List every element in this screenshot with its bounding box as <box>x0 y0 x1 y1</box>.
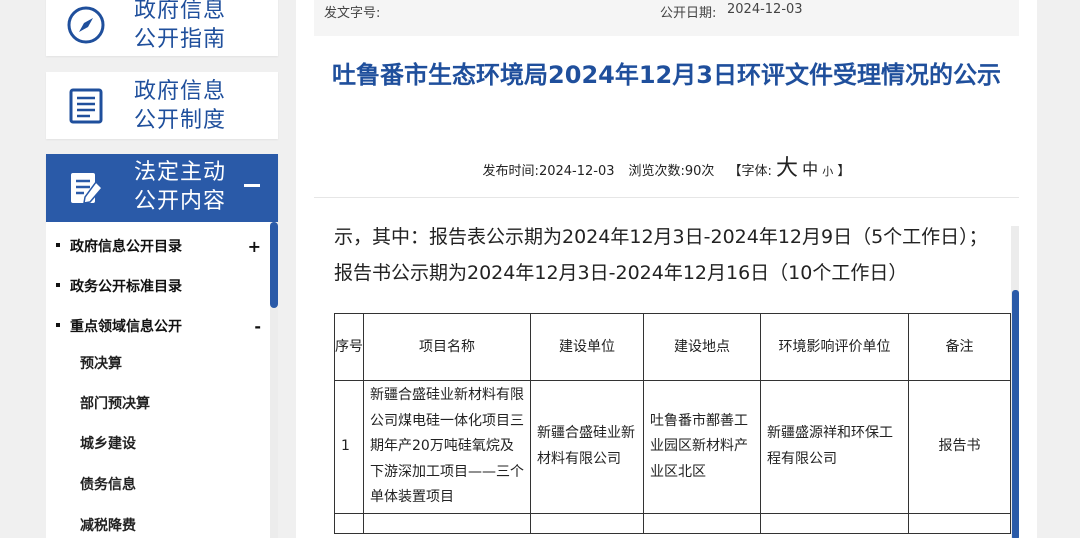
bullet-icon <box>56 323 60 327</box>
eia-table: 序号 项目名称 建设单位 建设地点 环境影响评价单位 备注 1 新疆合盛硅业新材… <box>334 313 1011 534</box>
bullet-icon <box>56 283 60 287</box>
publish-date: 2024-12-03 <box>538 164 615 179</box>
page-title: 吐鲁番市生态环境局2024年12月3日环评文件受理情况的公示 <box>332 61 1001 89</box>
header-evaluator: 环境影响评价单位 <box>760 313 909 381</box>
publish-info: 发布时间:2024-12-03 浏览次数:90次 【字体: 大 中 小 】 <box>296 150 1037 182</box>
cell-project: 新疆合盛硅业新材料有限公司煤电硅一体化项目三期年产20万吨硅氧烷及下游深加工项目… <box>363 380 531 514</box>
views-count: 90次 <box>684 164 715 179</box>
font-large-button[interactable]: 大 <box>776 156 798 181</box>
content-scrollbar[interactable] <box>1011 226 1019 538</box>
sidebar-scrollbar-thumb[interactable] <box>270 222 278 308</box>
cell-no: 1 <box>334 380 364 514</box>
leaf-debt-info[interactable]: 债务信息 <box>80 474 136 496</box>
submenu-label: 政府信息公开目录 <box>70 239 182 255</box>
submenu-label: 重点领域信息公开 <box>70 319 182 335</box>
header-note: 备注 <box>908 313 1011 381</box>
cell-note: 报告书 <box>908 380 1011 514</box>
meta-bar: 发文字号: 公开日期: 2024-12-03 <box>314 0 1019 36</box>
nav-statutory-disclosure-label: 法定主动 公开内容 <box>134 160 227 214</box>
header-location: 建设地点 <box>643 313 761 381</box>
table-row <box>334 512 1011 534</box>
open-date: 2024-12-03 <box>727 2 803 17</box>
submenu-gov-info-catalog[interactable]: 政府信息公开目录 + <box>56 235 261 259</box>
submenu-standard-catalog[interactable]: 政务公开标准目录 <box>56 275 261 299</box>
cell-builder: 新疆合盛硅业新材料有限公司 <box>530 380 644 514</box>
leaf-budget-final[interactable]: 预决算 <box>80 353 122 375</box>
font-size-close: 】 <box>837 164 851 179</box>
cell-location: 吐鲁番市鄯善工业园区新材料产业区北区 <box>643 380 761 514</box>
nav-public-info-system-label: 政府信息 公开制度 <box>134 79 227 133</box>
leaf-tax-cut[interactable]: 减税降费 <box>80 515 136 537</box>
nav-public-info-guide[interactable]: 政府信息 公开指南 <box>46 0 278 56</box>
submenu-label: 政务公开标准目录 <box>70 279 182 295</box>
font-small-button[interactable]: 小 <box>822 165 833 178</box>
article-panel: 发文字号: 公开日期: 2024-12-03 吐鲁番市生态环境局2024年12月… <box>296 0 1037 538</box>
statutory-submenu: 政府信息公开目录 + 政务公开标准目录 重点领域信息公开 - 预决算 部门预决算… <box>46 222 278 538</box>
header-builder: 建设单位 <box>530 313 644 381</box>
leaf-urban-rural[interactable]: 城乡建设 <box>80 433 136 455</box>
intro-paragraph: 示，其中：报告表公示期为2024年12月3日-2024年12月9日（5个工作日）… <box>334 226 988 284</box>
table-row: 1 新疆合盛硅业新材料有限公司煤电硅一体化项目三期年产20万吨硅氧烷及下游深加工… <box>334 380 1011 514</box>
font-medium-button[interactable]: 中 <box>802 160 818 179</box>
leaf-dept-budget[interactable]: 部门预决算 <box>80 393 150 415</box>
header-project: 项目名称 <box>363 313 531 381</box>
header-no: 序号 <box>334 313 364 381</box>
nav-public-info-guide-label: 政府信息 公开指南 <box>134 0 227 52</box>
edit-document-icon <box>71 173 104 204</box>
open-date-label: 公开日期: <box>660 6 717 21</box>
submenu-key-areas[interactable]: 重点领域信息公开 - <box>56 315 261 339</box>
font-size-label: 【字体: <box>728 164 772 179</box>
expand-plus-icon[interactable]: + <box>248 235 261 259</box>
collapse-minus-icon[interactable] <box>244 184 260 187</box>
compass-icon <box>67 6 105 44</box>
document-list-icon <box>69 88 103 124</box>
doc-number-label: 发文字号: <box>324 6 381 21</box>
bullet-icon <box>56 243 60 247</box>
collapse-dash-icon[interactable]: - <box>254 315 261 339</box>
nav-public-info-system[interactable]: 政府信息 公开制度 <box>46 72 278 139</box>
publish-label: 发布时间: <box>482 164 539 179</box>
nav-statutory-disclosure[interactable]: 法定主动 公开内容 <box>46 154 278 222</box>
sidebar: 政府信息 公开指南 政府信息 公开制度 法定主动 公开内容 政府信息公开目录 +… <box>46 0 278 538</box>
cell-evaluator: 新疆盛源祥和环保工程有限公司 <box>760 380 909 514</box>
content-scrollbar-thumb[interactable] <box>1012 290 1019 538</box>
divider <box>314 197 1019 198</box>
sidebar-scrollbar[interactable] <box>270 222 278 538</box>
views-label: 浏览次数: <box>628 164 685 179</box>
